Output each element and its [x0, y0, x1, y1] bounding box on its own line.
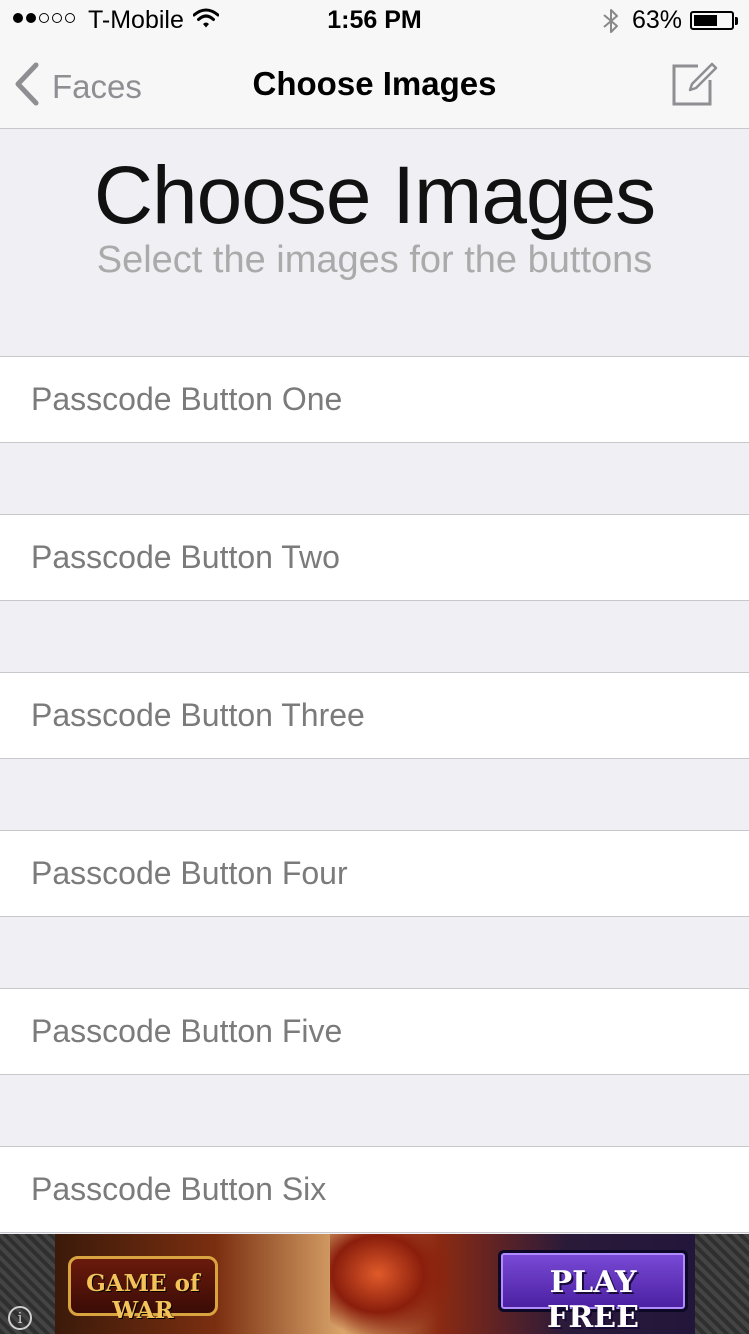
play-free-label: PLAY FREE: [547, 1265, 639, 1334]
app-screen: T-Mobile 1:56 PM 63% Faces Choose Images…: [0, 0, 749, 1334]
ad-banner[interactable]: GAME of WAR PLAY FREE i: [0, 1234, 749, 1334]
list-item-passcode-button-three[interactable]: Passcode Button Three: [0, 672, 749, 759]
list-item-label: Passcode Button Four: [31, 855, 348, 891]
compose-icon: [668, 62, 720, 114]
list-item-passcode-button-six[interactable]: Passcode Button Six: [0, 1146, 749, 1233]
page-subtitle: Select the images for the buttons: [96, 239, 653, 281]
list-item-label: Passcode Button Five: [31, 1013, 343, 1049]
list-item-passcode-button-two[interactable]: Passcode Button Two: [0, 514, 749, 601]
game-logo: GAME of WAR: [68, 1256, 218, 1324]
battery-icon: [690, 11, 734, 30]
bluetooth-icon: [601, 7, 621, 42]
page-header: Choose Images Select the images for the …: [0, 129, 749, 356]
game-logo-text: GAME of WAR: [86, 1270, 200, 1324]
compose-button[interactable]: [668, 58, 720, 110]
dragon-image: [330, 1234, 450, 1334]
list-item-label: Passcode Button Six: [31, 1171, 327, 1207]
battery-percent: 63%: [632, 6, 683, 34]
list-item-label: Passcode Button Two: [31, 539, 340, 575]
page-title: Choose Images: [93, 150, 656, 241]
info-icon[interactable]: i: [8, 1306, 32, 1330]
top-bar: T-Mobile 1:56 PM 63% Faces Choose Images: [0, 0, 749, 129]
status-bar: T-Mobile 1:56 PM 63%: [0, 0, 749, 40]
list-item-passcode-button-five[interactable]: Passcode Button Five: [0, 988, 749, 1075]
battery-fill: [694, 15, 717, 26]
nav-title: Choose Images: [252, 65, 497, 102]
list-item-passcode-button-four[interactable]: Passcode Button Four: [0, 830, 749, 917]
list-item-passcode-button-one[interactable]: Passcode Button One: [0, 356, 749, 443]
list-item-label: Passcode Button Three: [31, 697, 365, 733]
navigation-bar: Faces Choose Images: [0, 40, 749, 128]
battery-tip: [735, 17, 738, 25]
play-free-button[interactable]: PLAY FREE: [498, 1250, 688, 1334]
list-item-label: Passcode Button One: [31, 381, 343, 417]
